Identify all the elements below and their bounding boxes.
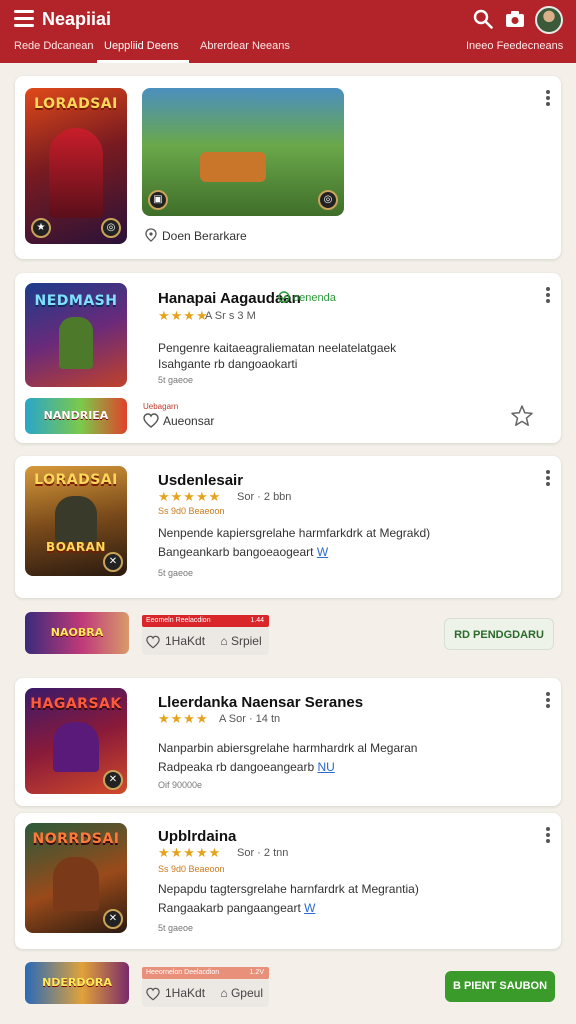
- game-card-3[interactable]: LORADSAI BOARAN ✕ Usdenlesair ★★★★★ Sor …: [15, 456, 561, 598]
- rating-meta: A Sr s 3 M: [205, 310, 256, 322]
- description-line-2: Bangeankarb bangoeaogeart W: [158, 545, 329, 559]
- tab-2[interactable]: Abrerdear Neeans: [200, 40, 290, 52]
- game-card-1[interactable]: LORADSAI ★ ◎ ▣ ◎ Doen Berarkare: [15, 76, 561, 259]
- heart-icon[interactable]: [143, 413, 159, 428]
- rating-meta: A Sor · 14 tn: [219, 713, 281, 725]
- wishlist-label[interactable]: Aueonsar: [163, 414, 214, 428]
- promo-bar: Eeomeln Reelacdion 1.44: [142, 615, 269, 627]
- small-note: 5t gaeoe: [158, 923, 194, 933]
- description-line-2: Isahgante rb dangoaokarti: [158, 357, 298, 371]
- more-options-icon[interactable]: [546, 827, 550, 843]
- tab-0[interactable]: Rede Ddcanean: [14, 40, 94, 52]
- rating-stars: ★★★★: [158, 711, 209, 726]
- small-note: 5t gaeoe: [158, 568, 194, 578]
- sub-note: Ss 9d0 Beaeoon: [158, 864, 225, 874]
- location-pin-icon: [145, 228, 157, 242]
- game-title: Lleerdanka Naensar Seranes: [158, 694, 364, 711]
- rating-stars: ★★★★: [158, 308, 209, 323]
- desc-tag[interactable]: NU: [317, 760, 334, 774]
- character-figure: [53, 857, 99, 911]
- badge-icon: ★: [31, 218, 51, 238]
- description-line-2: Radpeaka rb dangoeangearb NU: [158, 760, 335, 774]
- location-text: Doen Berarkare: [162, 229, 247, 243]
- desc-tag[interactable]: W: [317, 545, 328, 559]
- game-card-4[interactable]: HAGARSAK ✕ Lleerdanka Naensar Seranes ★★…: [15, 678, 561, 806]
- app-title: Neapiiai: [42, 9, 112, 29]
- game-title: Usdenlesair: [158, 472, 244, 489]
- badge-icon: ◎: [318, 190, 338, 210]
- badge-icon: ✕: [103, 909, 123, 929]
- strip-caption: Uebagarn: [143, 402, 179, 411]
- promo-stats: 1HaKdt ⌂ Srpiel: [142, 627, 269, 655]
- more-options-icon[interactable]: [546, 90, 550, 106]
- tab-3[interactable]: Ineeo Feedecneans: [466, 40, 563, 52]
- promo-bar: Heeornelon Deelacdion 1.2V: [142, 967, 269, 979]
- promo-stats: 1HaKdt ⌂ Gpeul: [142, 979, 269, 1007]
- small-note: Oif 90000e: [158, 780, 203, 790]
- game-card-2[interactable]: NEDMASH Hanapai Aagaudaan oenenda ★★★★ A…: [15, 273, 561, 443]
- check-circle-icon: [278, 291, 290, 303]
- avatar[interactable]: [535, 6, 563, 34]
- badge-icon: ✕: [103, 552, 123, 572]
- promo-thumbnail[interactable]: NANDRIEA: [25, 398, 127, 434]
- badge-icon: ▣: [148, 190, 168, 210]
- menu-icon[interactable]: [14, 10, 34, 28]
- character-figure: [55, 496, 97, 542]
- rating-meta: Sor · 2 bbn: [237, 491, 292, 503]
- rating-stars: ★★★★★: [158, 845, 222, 860]
- share-icon[interactable]: ⌂: [220, 986, 227, 1000]
- description-line-1: Nenpende kapiersgrelahe harmfarkdrk at M…: [158, 526, 431, 540]
- game-title: Upblrdaina: [158, 828, 237, 845]
- badge-icon: ◎: [101, 218, 121, 238]
- vehicle-image: [200, 152, 266, 182]
- more-options-icon[interactable]: [546, 470, 550, 486]
- sub-note: Ss 9d0 Beaeoon: [158, 506, 225, 516]
- game-thumbnail[interactable]: LORADSAI BOARAN ✕: [25, 466, 127, 576]
- share-icon[interactable]: ⌂: [220, 634, 227, 648]
- rating-stars: ★★★★★: [158, 489, 222, 504]
- more-options-icon[interactable]: [546, 287, 550, 303]
- game-thumbnail[interactable]: LORADSAI ★ ◎: [25, 88, 127, 244]
- install-button[interactable]: B PIENT SAUBON: [445, 971, 555, 1002]
- badge-icon: ✕: [103, 770, 123, 790]
- promo-thumbnail[interactable]: NDERDORA: [25, 962, 129, 1004]
- game-thumbnail[interactable]: NEDMASH: [25, 283, 127, 387]
- more-options-icon[interactable]: [546, 692, 550, 708]
- character-figure: [53, 722, 99, 772]
- primary-action-button[interactable]: RD PENDGDARU: [444, 618, 554, 650]
- promo-thumbnail[interactable]: NAOBRA: [25, 612, 129, 654]
- game-thumbnail[interactable]: HAGARSAK ✕: [25, 688, 127, 794]
- description-line-2: Rangaakarb pangaangeart W: [158, 901, 316, 915]
- small-note: 5t gaeoe: [158, 375, 194, 385]
- game-screenshot[interactable]: ▣ ◎: [142, 88, 344, 216]
- search-icon[interactable]: [473, 9, 493, 29]
- star-outline-icon[interactable]: [510, 404, 534, 428]
- description-line-1: Nepapdu tagtersgrelahe harnfardrk at Meg…: [158, 882, 419, 896]
- tab-1[interactable]: Ueppliid Deens: [104, 40, 179, 52]
- character-figure: [59, 317, 93, 369]
- genre-label: oenenda: [293, 292, 336, 304]
- character-figure: [49, 128, 103, 218]
- game-thumbnail[interactable]: NORRDSAI ✕: [25, 823, 127, 933]
- app-header: Neapiiai Rede Ddcanean Ueppliid Deens Ab…: [0, 0, 576, 63]
- heart-icon[interactable]: [146, 987, 160, 1001]
- description-line-1: Nanparbin abiersgrelahe harmhardrk al Me…: [158, 741, 418, 755]
- camera-icon[interactable]: [505, 10, 525, 28]
- game-card-5[interactable]: NORRDSAI ✕ Upblrdaina ★★★★★ Sor · 2 tnn …: [15, 813, 561, 949]
- active-tab-indicator: [97, 60, 189, 63]
- rating-meta: Sor · 2 tnn: [237, 847, 289, 859]
- desc-tag[interactable]: W: [304, 901, 315, 915]
- heart-icon[interactable]: [146, 635, 160, 649]
